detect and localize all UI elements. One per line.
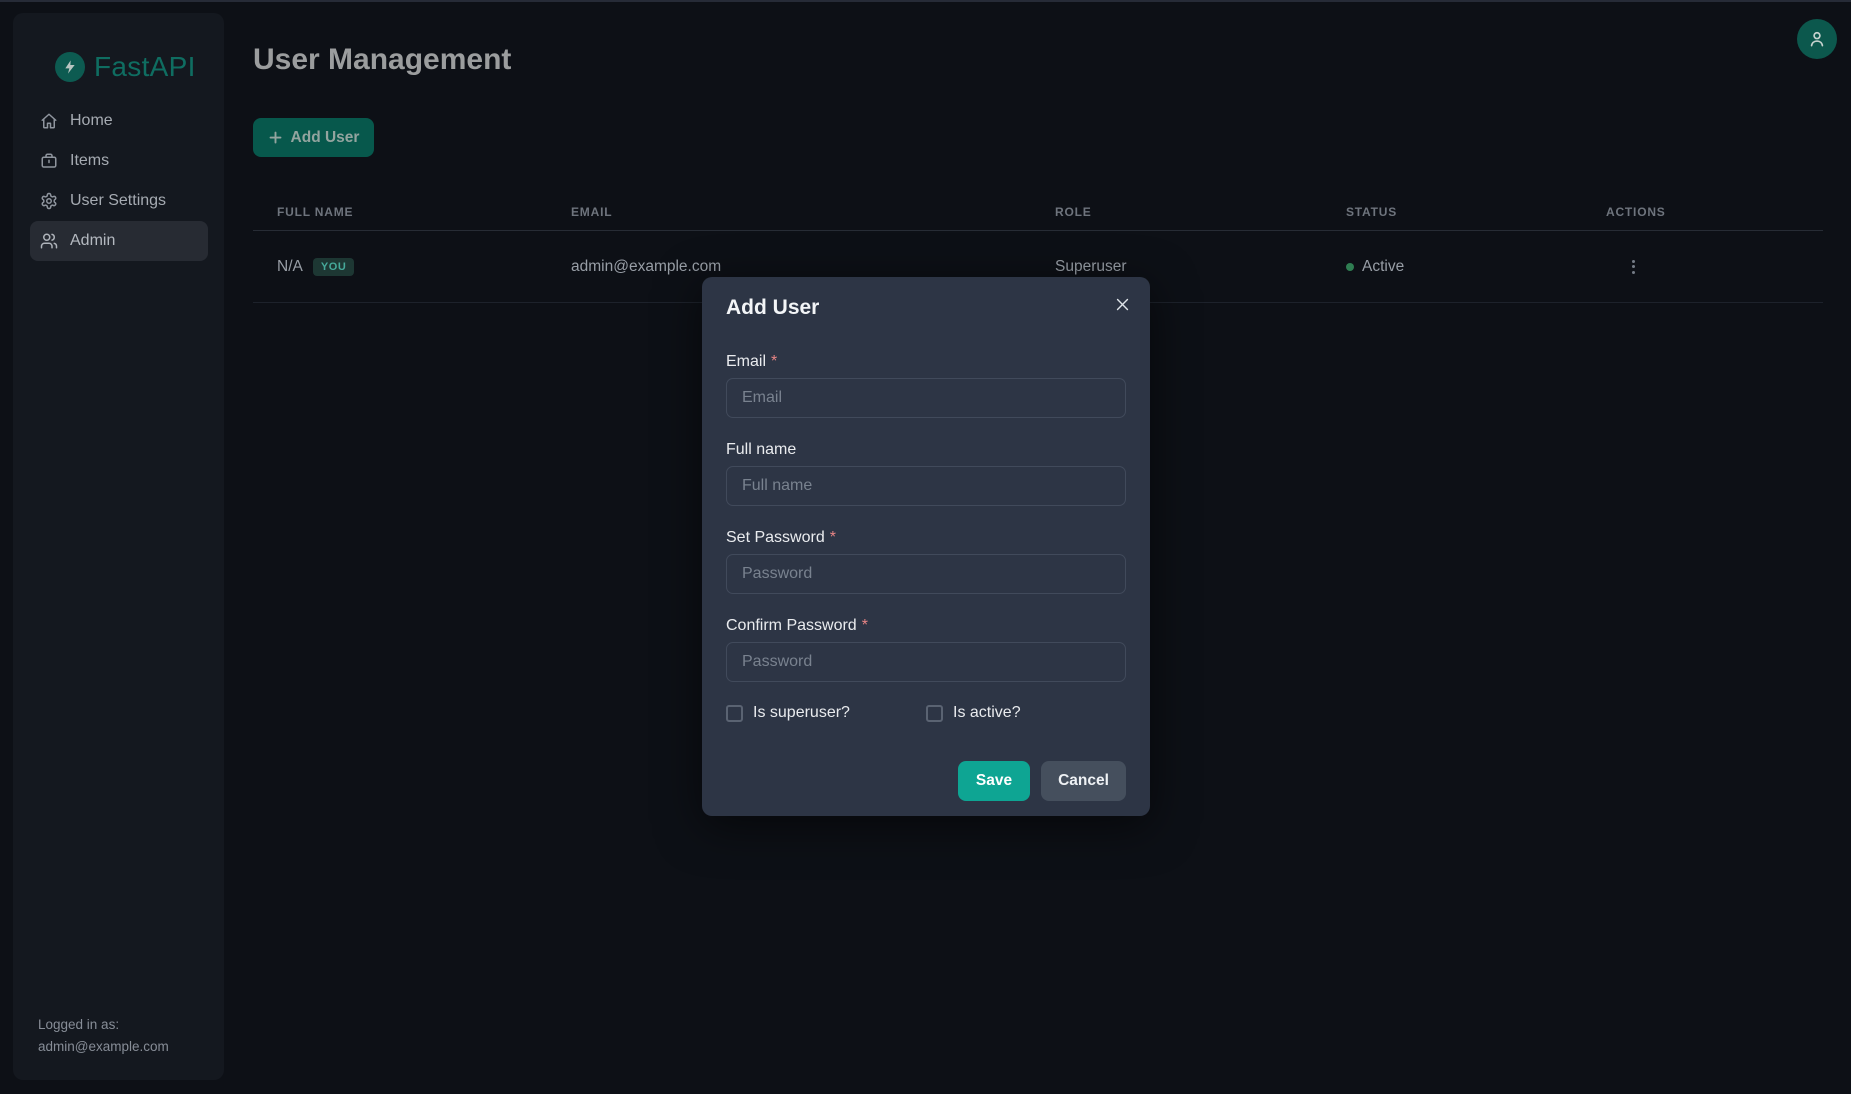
add-user-modal: Add User Email* Full name Set Password* …	[702, 277, 1150, 816]
status-dot	[1346, 263, 1354, 271]
is-superuser-checkbox[interactable]: Is superuser?	[726, 704, 926, 722]
table-header: FULL NAME EMAIL ROLE STATUS ACTIONS	[253, 193, 1823, 231]
sidebar-item-admin[interactable]: Admin	[30, 221, 208, 261]
email-field-label: Email*	[726, 352, 1126, 372]
add-user-button[interactable]: Add User	[253, 118, 374, 157]
status-badge: Active	[1362, 258, 1404, 276]
row-actions-menu-button[interactable]	[1626, 256, 1641, 278]
set-password-field-group: Set Password*	[726, 528, 1126, 594]
users-icon	[40, 232, 58, 250]
sidebar-item-label: Items	[70, 152, 109, 170]
column-header-actions: ACTIONS	[1582, 205, 1823, 219]
column-header-full-name: FULL NAME	[253, 205, 547, 219]
gear-icon	[40, 192, 58, 210]
briefcase-icon	[40, 152, 58, 170]
sidebar: FastAPI Home Items	[13, 13, 224, 1080]
set-password-field[interactable]	[726, 554, 1126, 594]
modal-checkbox-row: Is superuser? Is active?	[726, 704, 1126, 722]
checkbox-icon	[726, 705, 743, 722]
sidebar-item-label: Admin	[70, 232, 115, 250]
cell-email: admin@example.com	[571, 258, 721, 276]
brand-name: FastAPI	[94, 51, 196, 83]
confirm-password-field-group: Confirm Password*	[726, 616, 1126, 682]
column-header-role: ROLE	[1031, 205, 1322, 219]
required-asterisk: *	[862, 617, 868, 634]
sidebar-item-label: Home	[70, 112, 113, 130]
confirm-password-field-label: Confirm Password*	[726, 616, 1126, 636]
close-icon	[1114, 296, 1131, 313]
page-title: User Management	[253, 42, 511, 78]
is-active-label: Is active?	[953, 704, 1021, 722]
modal-actions: Save Cancel	[726, 761, 1126, 801]
cell-full-name: N/A	[277, 258, 303, 276]
checkbox-icon	[926, 705, 943, 722]
logged-in-label: Logged in as:	[38, 1014, 169, 1036]
column-header-email: EMAIL	[547, 205, 1031, 219]
add-user-button-label: Add User	[291, 129, 360, 147]
required-asterisk: *	[771, 353, 777, 370]
full-name-field-group: Full name	[726, 440, 1126, 506]
home-icon	[40, 112, 58, 130]
cell-role: Superuser	[1055, 258, 1127, 276]
logged-in-info: Logged in as: admin@example.com	[38, 1014, 169, 1058]
confirm-password-field[interactable]	[726, 642, 1126, 682]
sidebar-item-label: User Settings	[70, 192, 166, 210]
email-field[interactable]	[726, 378, 1126, 418]
column-header-status: STATUS	[1322, 205, 1582, 219]
logged-in-email: admin@example.com	[38, 1036, 169, 1058]
modal-close-button[interactable]	[1108, 290, 1136, 318]
sidebar-item-items[interactable]: Items	[30, 141, 208, 181]
is-active-checkbox[interactable]: Is active?	[926, 704, 1021, 722]
sidebar-item-home[interactable]: Home	[30, 101, 208, 141]
full-name-field[interactable]	[726, 466, 1126, 506]
sidebar-item-user-settings[interactable]: User Settings	[30, 181, 208, 221]
ellipsis-vertical-icon	[1632, 260, 1635, 263]
fastapi-bolt-icon	[55, 52, 85, 82]
plus-icon	[268, 130, 283, 145]
required-asterisk: *	[830, 529, 836, 546]
email-field-group: Email*	[726, 352, 1126, 418]
modal-title: Add User	[726, 295, 1126, 321]
is-superuser-label: Is superuser?	[753, 704, 850, 722]
full-name-field-label: Full name	[726, 440, 1126, 460]
user-avatar-button[interactable]	[1797, 19, 1837, 59]
you-badge: YOU	[313, 258, 355, 276]
brand-logo: FastAPI	[55, 51, 196, 83]
save-button[interactable]: Save	[958, 761, 1030, 801]
cancel-button[interactable]: Cancel	[1041, 761, 1126, 801]
user-icon	[1807, 29, 1827, 49]
sidebar-nav: Home Items User Settings	[30, 101, 208, 261]
window-top-strip	[0, 0, 1851, 2]
set-password-field-label: Set Password*	[726, 528, 1126, 548]
